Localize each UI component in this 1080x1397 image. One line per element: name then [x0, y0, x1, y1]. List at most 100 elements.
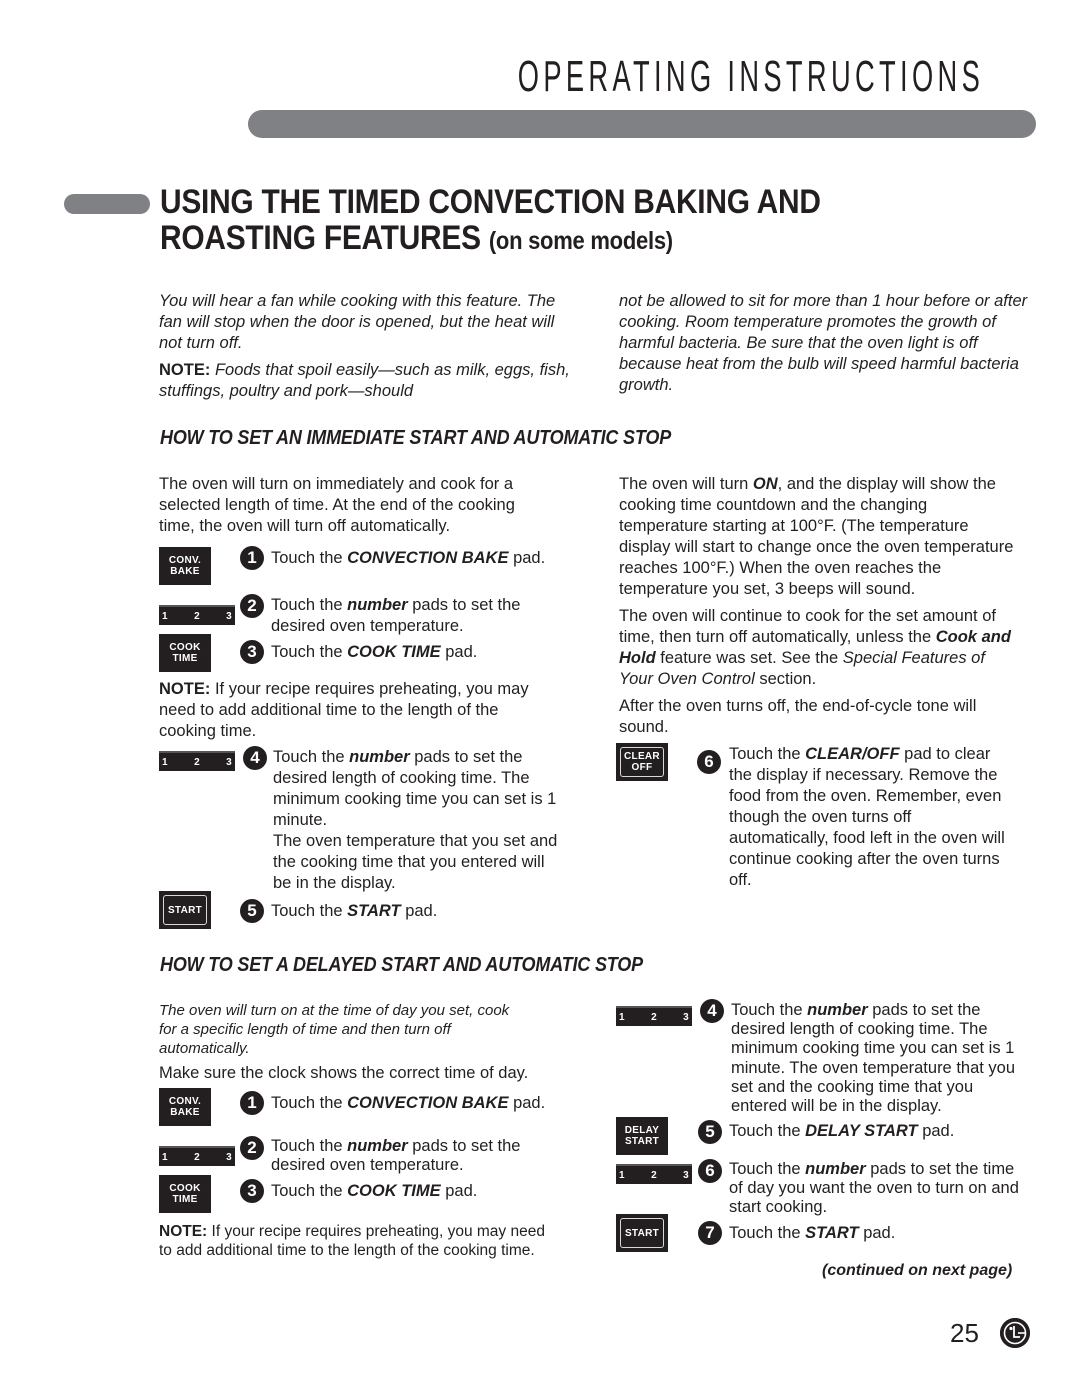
- number-pad-icon: 1 2 3: [616, 1164, 692, 1184]
- text-span: NOTE:: [159, 680, 211, 698]
- text-span: Touch the: [729, 1160, 806, 1178]
- text-span: feature was set. See the: [655, 649, 843, 667]
- page-number: 25: [950, 1318, 979, 1348]
- text-span: Touch the: [271, 643, 348, 661]
- text-span: CONV.: [168, 1096, 202, 1107]
- text-span: OFF: [631, 762, 653, 773]
- continued-note: (continued on next page): [822, 1262, 1013, 1279]
- text-span: Touch the: [271, 549, 348, 567]
- oven-on-paragraph: The oven will turn ON, and the display w…: [619, 474, 1019, 600]
- immediate-step-2: Touch the number pads to set the desired…: [271, 595, 551, 637]
- note-text: Foods that spoil easily—such as milk, eg…: [159, 361, 570, 400]
- step-number-badge: 1: [240, 1091, 264, 1115]
- text-span: 3: [226, 756, 232, 768]
- text-span: pad.: [858, 1224, 896, 1242]
- number-pad-icon: 1 2 3: [159, 751, 235, 771]
- intro-right-column: not be allowed to sit for more than 1 ho…: [619, 291, 1039, 402]
- delayed-step-2: Touch the number pads to set the desired…: [271, 1137, 551, 1175]
- number-pad-icon: 1 2 3: [159, 1146, 235, 1166]
- text-span: START: [347, 902, 401, 920]
- text-span: pad.: [440, 1182, 478, 1200]
- delayed-step-7: Touch the START pad.: [729, 1223, 1009, 1244]
- text-span: Touch the: [271, 1094, 348, 1112]
- step-number-badge: 3: [240, 1179, 264, 1203]
- immediate-right-column: The oven will turn ON, and the display w…: [619, 474, 1019, 744]
- pad-label: START: [163, 895, 207, 925]
- step-number-badge: 5: [240, 899, 264, 923]
- section-title: USING THE TIMED CONVECTION BAKING AND RO…: [160, 184, 821, 259]
- delayed-step-6: Touch the number pads to set the time of…: [729, 1160, 1019, 1218]
- clock-note: Make sure the clock shows the correct ti…: [159, 1064, 529, 1082]
- text-span: COOK TIME: [347, 1182, 441, 1200]
- text-span: Touch the: [271, 902, 348, 920]
- step-number-badge: 2: [240, 594, 264, 618]
- step-number-badge: 5: [698, 1120, 722, 1144]
- immediate-step-4: Touch the number pads to set the desired…: [273, 747, 558, 894]
- text-span: Touch the: [729, 1224, 806, 1242]
- text-span: If your recipe requires preheating, you …: [159, 1223, 545, 1259]
- text-span: 2: [194, 756, 200, 768]
- text-span: Touch the: [731, 1001, 808, 1019]
- text-span: CONVECTION BAKE: [347, 1094, 509, 1112]
- lg-logo-icon: [1000, 1318, 1030, 1348]
- number-pad-icon: 1 2 3: [159, 605, 235, 625]
- step-number-badge: 6: [697, 750, 721, 774]
- text-span: 3: [226, 1151, 232, 1163]
- text-span: COOK: [169, 642, 201, 653]
- delayed-step-3: Touch the COOK TIME pad.: [271, 1181, 551, 1202]
- number-pad-icon: 1 2 3: [616, 1006, 692, 1026]
- text-span: START: [805, 1224, 859, 1242]
- step-number-badge: 7: [698, 1221, 722, 1245]
- text-span: section.: [754, 670, 817, 688]
- header-bar-divider: [248, 110, 1036, 138]
- section-title-line1: USING THE TIMED CONVECTION BAKING AND: [160, 183, 821, 221]
- text-span: CONVECTION BAKE: [347, 549, 509, 567]
- text-span: number: [349, 748, 410, 766]
- text-span: COOK TIME: [347, 643, 441, 661]
- section-marker-pill: [64, 194, 150, 214]
- cook-time-pad-icon: COOK TIME: [159, 1175, 211, 1213]
- delayed-note: NOTE: If your recipe requires preheating…: [159, 1222, 559, 1260]
- text-span: pad to clear the display if necessary. R…: [729, 745, 1005, 889]
- text-span: The oven will turn: [619, 475, 753, 493]
- text-span: BAKE: [170, 566, 200, 577]
- step-number-badge: 4: [243, 746, 267, 770]
- intro-note: NOTE: Foods that spoil easily—such as mi…: [159, 360, 579, 402]
- text-span: CLEAR/OFF: [805, 745, 900, 763]
- text-span: number: [805, 1160, 866, 1178]
- text-span: pad.: [508, 1094, 546, 1112]
- text-span: , and the display will show the cooking …: [619, 475, 1014, 598]
- delayed-start-heading: HOW TO SET A DELAYED START AND AUTOMATIC…: [160, 954, 643, 976]
- text-span: COOK: [169, 1183, 201, 1194]
- text-span: 2: [194, 1151, 200, 1163]
- text-span: 3: [683, 1169, 689, 1181]
- intro-left-column: You will hear a fan while cooking with t…: [159, 291, 579, 408]
- cook-time-pad-icon: COOK TIME: [159, 634, 211, 672]
- immediate-step-1: Touch the CONVECTION BAKE pad.: [271, 548, 571, 569]
- text-span: Touch the: [271, 596, 348, 614]
- step-number-badge: 4: [700, 999, 724, 1023]
- text-span: CONV.: [168, 555, 202, 566]
- delay-start-pad-icon: DELAY START: [616, 1117, 668, 1155]
- text-span: 1: [619, 1011, 625, 1023]
- intro-fan-paragraph: You will hear a fan while cooking with t…: [159, 292, 556, 352]
- text-span: NOTE:: [159, 1223, 208, 1240]
- text-span: pad.: [400, 902, 438, 920]
- end-of-cycle-paragraph: After the oven turns off, the end-of-cyc…: [619, 697, 977, 736]
- conv-bake-pad-icon: CONV. BAKE: [159, 1088, 211, 1126]
- immediate-start-heading: HOW TO SET AN IMMEDIATE START AND AUTOMA…: [160, 427, 672, 449]
- text-span: 1: [619, 1169, 625, 1181]
- section-title-line2: ROASTING FEATURES (on some models): [160, 220, 821, 259]
- text-span: TIME: [172, 653, 198, 664]
- text-span: pad.: [508, 549, 546, 567]
- text-span: DELAY START: [805, 1122, 918, 1140]
- note-label: NOTE:: [159, 361, 211, 379]
- text-span: 1: [162, 756, 168, 768]
- text-span: BAKE: [170, 1107, 200, 1118]
- text-span: Touch the: [729, 1122, 806, 1140]
- text-span: 2: [194, 610, 200, 622]
- text-span: number: [347, 596, 408, 614]
- text-span: pad.: [917, 1122, 955, 1140]
- text-span: ROASTING FEATURES: [160, 219, 481, 257]
- immediate-note: NOTE: If your recipe requires preheating…: [159, 679, 549, 742]
